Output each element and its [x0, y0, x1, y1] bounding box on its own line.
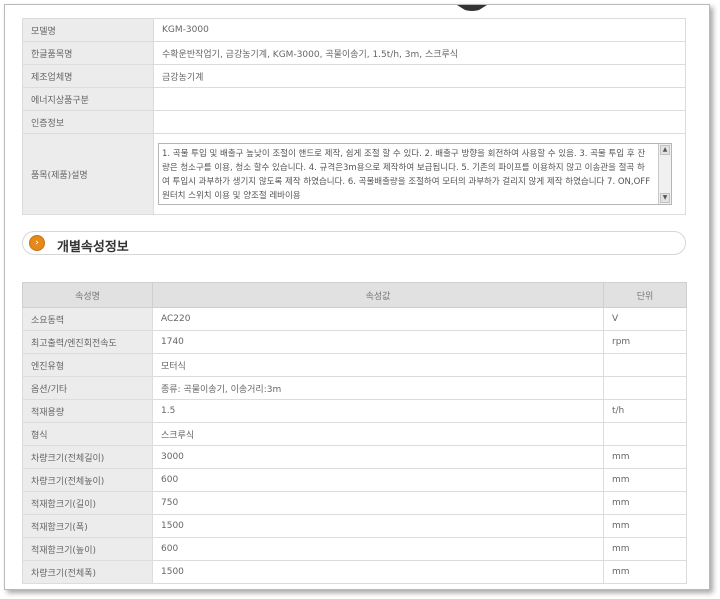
attr-value: 3000: [152, 445, 604, 469]
attr-name: 차량크기(전체높이): [22, 468, 153, 492]
table-row: 엔진유형 모터식: [22, 353, 687, 377]
table-row: 모델명 KGM-3000: [22, 18, 686, 42]
attr-value: 종류: 곡물이송기, 이송거리:3m: [152, 376, 604, 400]
table-row: 차량크기(전체길이) 3000 mm: [22, 445, 687, 469]
table-row: 형식 스크루식: [22, 422, 687, 446]
attr-unit: mm: [603, 445, 687, 469]
description-scrollbar[interactable]: ▲ ▼: [658, 144, 671, 204]
attr-name: 적재함크기(높이): [22, 537, 153, 561]
attr-value: 모터식: [152, 353, 604, 377]
attr-value: AC220: [152, 307, 604, 331]
attr-value: 1500: [152, 560, 604, 584]
attr-value: 1740: [152, 330, 604, 354]
attr-unit: V: [603, 307, 687, 331]
tab-notch-decoration: [457, 5, 487, 11]
header-attr-name: 속성명: [22, 282, 153, 308]
value-certification: [153, 110, 686, 134]
table-row: 옵션/기타 종류: 곡물이송기, 이송거리:3m: [22, 376, 687, 400]
arrow-circle-icon: ›: [29, 235, 45, 251]
description-textarea[interactable]: 1. 곡물 투입 및 배출구 높낮이 조절이 핸드로 제작, 쉽게 조절 할 수…: [158, 143, 672, 205]
table-row: 차량크기(전체폭) 1500 mm: [22, 560, 687, 584]
table-row: 품목(제품)설명 1. 곡물 투입 및 배출구 높낮이 조절이 핸드로 제작, …: [22, 133, 686, 215]
attr-value: 750: [152, 491, 604, 515]
header-attr-value: 속성값: [152, 282, 604, 308]
description-cell: 1. 곡물 투입 및 배출구 높낮이 조절이 핸드로 제작, 쉽게 조절 할 수…: [153, 133, 686, 215]
attr-unit: mm: [603, 491, 687, 515]
scroll-up-icon[interactable]: ▲: [660, 145, 670, 155]
page-frame: 모델명 KGM-3000 한글품목명 수확운반작업기, 금강농기계, KGM-3…: [4, 4, 710, 590]
description-text: 1. 곡물 투입 및 배출구 높낮이 조절이 핸드로 제작, 쉽게 조절 할 수…: [162, 149, 651, 201]
label-manufacturer: 제조업체명: [22, 64, 154, 88]
attr-value: 600: [152, 468, 604, 492]
value-model: KGM-3000: [153, 18, 686, 42]
table-row: 최고출력/엔진회전속도 1740 rpm: [22, 330, 687, 354]
attr-name: 소요동력: [22, 307, 153, 331]
product-info-table: 모델명 KGM-3000 한글품목명 수확운반작업기, 금강농기계, KGM-3…: [22, 18, 686, 215]
attr-unit: [603, 422, 687, 446]
label-certification: 인증정보: [22, 110, 154, 134]
header-attr-unit: 단위: [603, 282, 687, 308]
attr-value: 1500: [152, 514, 604, 538]
table-row: 차량크기(전체높이) 600 mm: [22, 468, 687, 492]
table-row: 소요동력 AC220 V: [22, 307, 687, 331]
table-row: 제조업체명 금강농기계: [22, 64, 686, 88]
attr-value: 600: [152, 537, 604, 561]
attr-unit: mm: [603, 514, 687, 538]
label-energy-category: 에너지상품구분: [22, 87, 154, 111]
attr-unit: rpm: [603, 330, 687, 354]
attr-name: 적재용량: [22, 399, 153, 423]
label-model: 모델명: [22, 18, 154, 42]
label-description: 품목(제품)설명: [22, 133, 154, 215]
section-title: 개별속성정보: [57, 240, 129, 255]
attr-value: 1.5: [152, 399, 604, 423]
attr-unit: t/h: [603, 399, 687, 423]
attr-name: 적재함크기(길이): [22, 491, 153, 515]
attr-unit: mm: [603, 560, 687, 584]
label-korean-name: 한글품목명: [22, 41, 154, 65]
value-korean-name: 수확운반작업기, 금강농기계, KGM-3000, 곡물이송기, 1.5t/h,…: [153, 41, 686, 65]
attr-name: 옵션/기타: [22, 376, 153, 400]
value-manufacturer: 금강농기계: [153, 64, 686, 88]
table-row: 에너지상품구분: [22, 87, 686, 111]
attr-unit: mm: [603, 468, 687, 492]
attr-unit: [603, 353, 687, 377]
attributes-table: 속성명 속성값 단위 소요동력 AC220 V 최고출력/엔진회전속도 1740…: [22, 282, 687, 584]
scroll-down-icon[interactable]: ▼: [660, 193, 670, 203]
table-row: 적재함크기(폭) 1500 mm: [22, 514, 687, 538]
table-row: 적재함크기(길이) 750 mm: [22, 491, 687, 515]
attr-name: 적재함크기(폭): [22, 514, 153, 538]
attr-value: 스크루식: [152, 422, 604, 446]
attr-unit: [603, 376, 687, 400]
table-row: 인증정보: [22, 110, 686, 134]
table-row: 적재용량 1.5 t/h: [22, 399, 687, 423]
attr-name: 차량크기(전체길이): [22, 445, 153, 469]
attr-name: 형식: [22, 422, 153, 446]
table-row: 한글품목명 수확운반작업기, 금강농기계, KGM-3000, 곡물이송기, 1…: [22, 41, 686, 65]
value-energy-category: [153, 87, 686, 111]
attr-name: 최고출력/엔진회전속도: [22, 330, 153, 354]
attr-name: 엔진유형: [22, 353, 153, 377]
attr-unit: mm: [603, 537, 687, 561]
attr-name: 차량크기(전체폭): [22, 560, 153, 584]
table-header-row: 속성명 속성값 단위: [22, 282, 687, 308]
table-row: 적재함크기(높이) 600 mm: [22, 537, 687, 561]
section-header: › 개별속성정보: [22, 231, 686, 255]
